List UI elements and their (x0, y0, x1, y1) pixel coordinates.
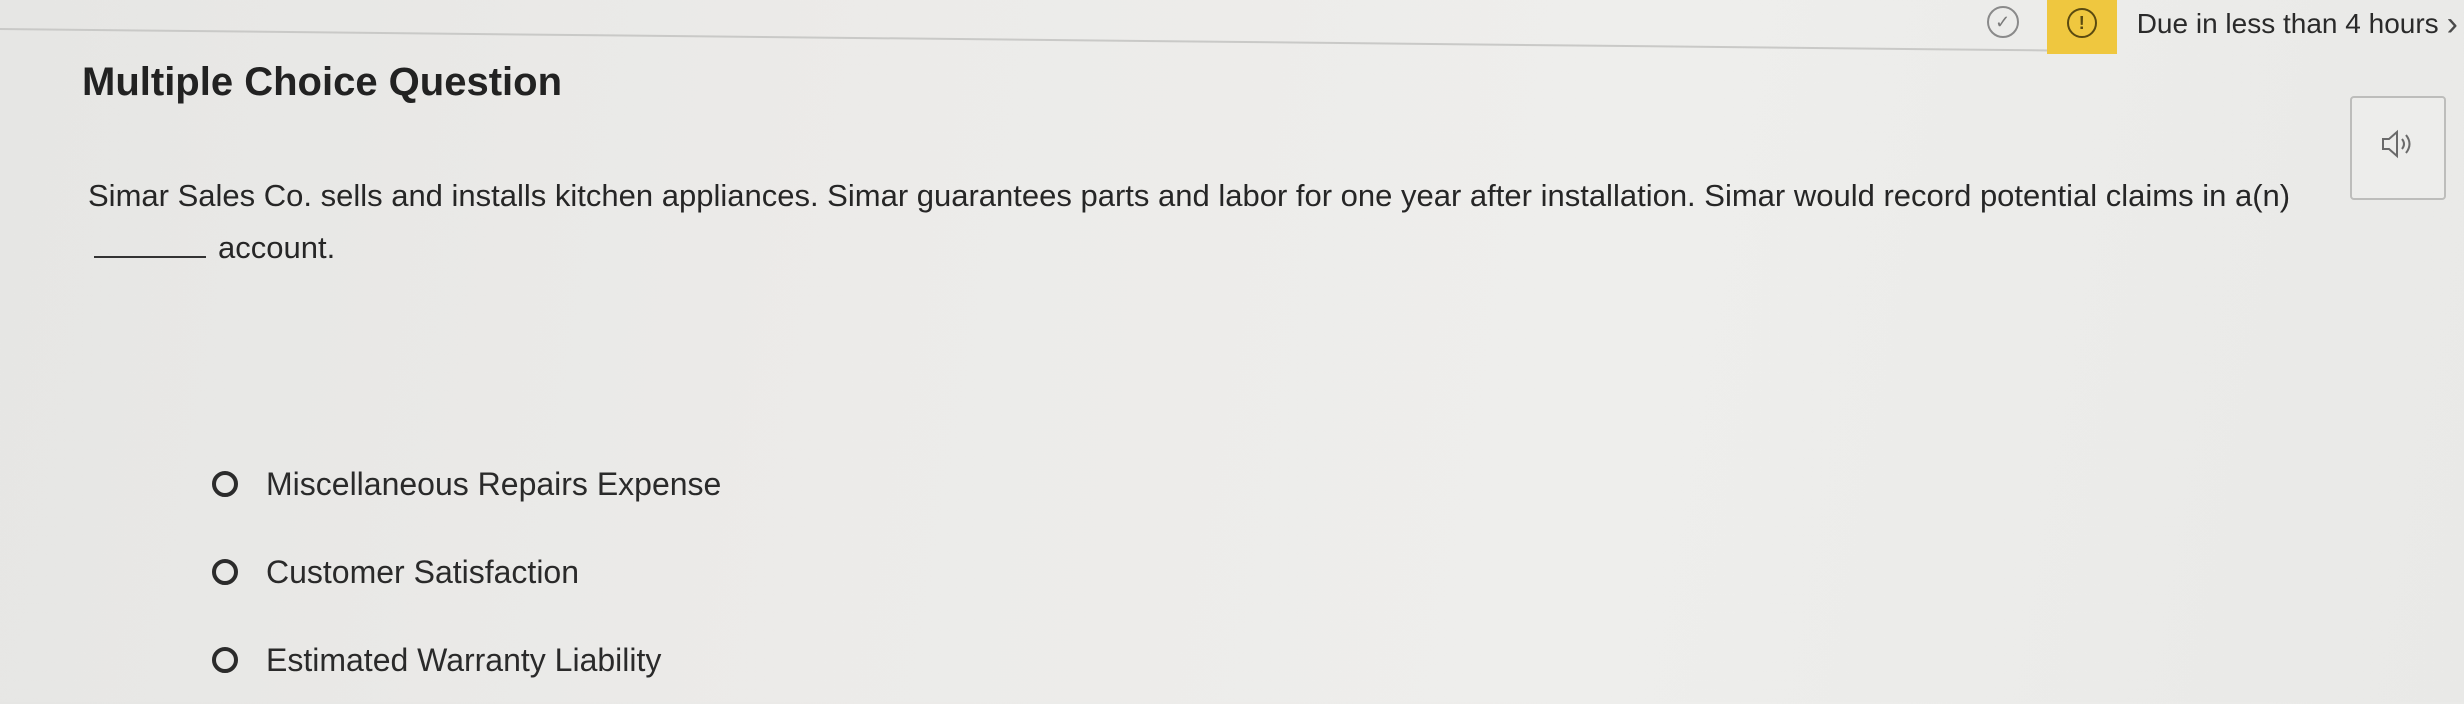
answer-option[interactable]: Miscellaneous Repairs Expense (212, 440, 721, 528)
header-divider (0, 28, 2050, 52)
radio-button[interactable] (212, 471, 238, 497)
answer-blank (94, 228, 206, 258)
due-status-text[interactable]: Due in less than 4 hours (2117, 8, 2447, 40)
top-bar: ✓ ! Due in less than 4 hours › (1986, 0, 2464, 54)
question-stem-end: account. (218, 230, 336, 265)
due-badge: ! (2046, 0, 2117, 54)
radio-button[interactable] (212, 647, 238, 673)
option-label[interactable]: Customer Satisfaction (266, 554, 579, 591)
question-stem: Simar Sales Co. sells and installs kitch… (88, 178, 2291, 213)
speaker-icon (2380, 129, 2416, 167)
option-label[interactable]: Estimated Warranty Liability (266, 642, 661, 679)
alert-circle-icon: ! (2066, 8, 2097, 38)
page-title: Multiple Choice Question (82, 60, 563, 104)
answer-option[interactable]: Customer Satisfaction (212, 528, 721, 616)
option-label[interactable]: Miscellaneous Repairs Expense (266, 466, 721, 503)
check-circle-icon[interactable]: ✓ (1986, 6, 2019, 38)
answer-option[interactable]: Estimated Warranty Liability (212, 616, 721, 704)
answer-options: Miscellaneous Repairs Expense Customer S… (212, 440, 721, 704)
chevron-right-icon[interactable]: › (2447, 5, 2464, 44)
radio-button[interactable] (212, 559, 238, 585)
question-text: Simar Sales Co. sells and installs kitch… (88, 170, 2418, 274)
